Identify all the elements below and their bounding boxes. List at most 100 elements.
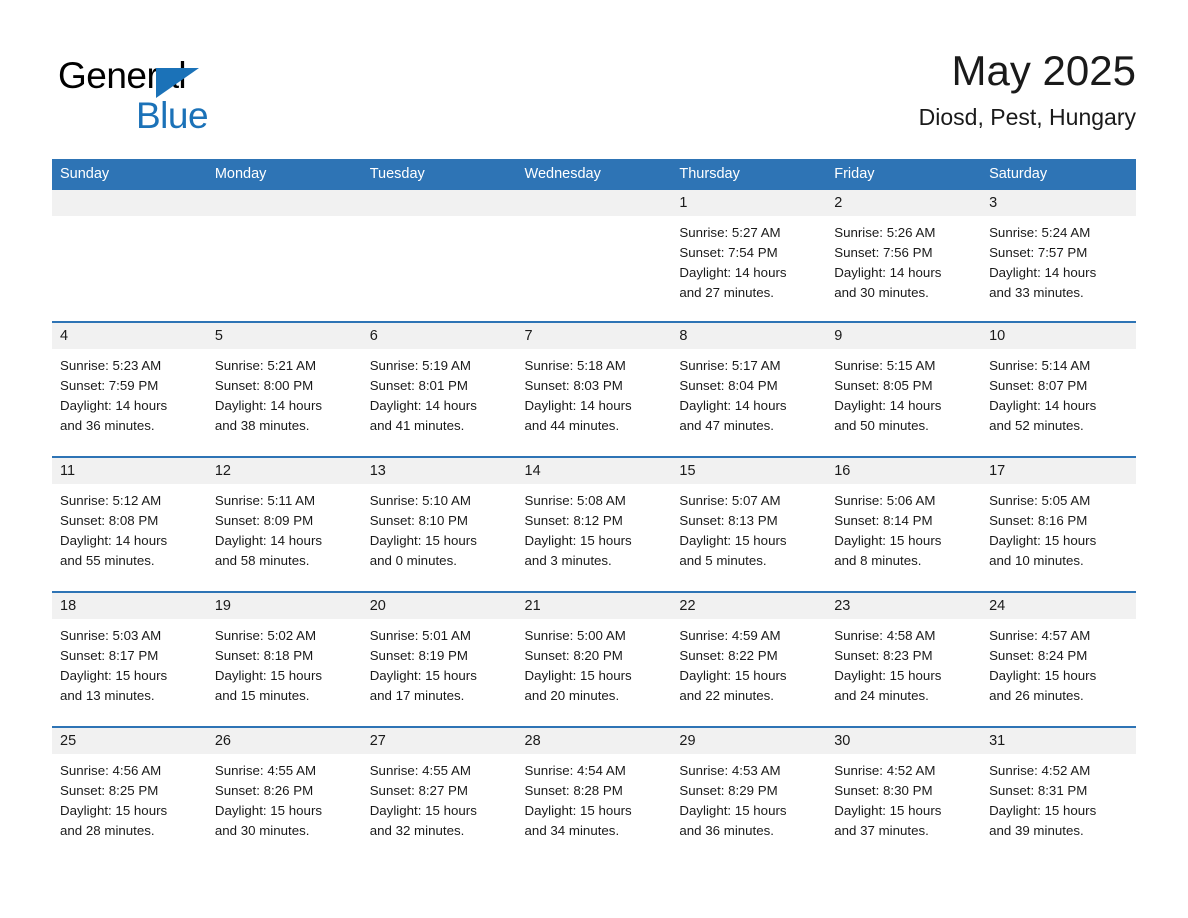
column-header-saturday: Saturday bbox=[981, 159, 1136, 190]
day-cell[interactable]: 24 Sunrise: 4:57 AM Sunset: 8:24 PM Dayligh… bbox=[981, 591, 1136, 727]
daylight-text-line1: Daylight: 15 hours bbox=[214, 668, 323, 683]
day-details: Sunrise: 5:27 AM Sunset: 7:54 PM Daylight:… bbox=[671, 216, 826, 303]
day-cell[interactable]: 27 Sunrise: 4:55 AM Sunset: 8:27 PM Dayligh… bbox=[361, 726, 517, 861]
day-details: Sunrise: 5:10 AM Sunset: 8:10 PM Daylight:… bbox=[362, 484, 517, 571]
daylight-text-line2: and 30 minutes. bbox=[214, 823, 310, 838]
day-cell[interactable]: 8 Sunrise: 5:17 AM Sunset: 8:04 PM Daylight… bbox=[671, 321, 827, 457]
day-cell[interactable]: 7 Sunrise: 5:18 AM Sunset: 8:03 PM Daylight… bbox=[516, 321, 672, 457]
day-details: Sunrise: 5:03 AM Sunset: 8:17 PM Daylight:… bbox=[52, 619, 207, 706]
day-number: 17 bbox=[981, 458, 1136, 484]
day-cell[interactable]: 5 Sunrise: 5:21 AM Sunset: 8:00 PM Daylight… bbox=[206, 321, 362, 457]
sunrise-text: Sunrise: 5:21 AM bbox=[214, 358, 317, 373]
day-cell[interactable]: 25 Sunrise: 4:56 AM Sunset: 8:25 PM Dayligh… bbox=[52, 726, 207, 861]
day-details bbox=[52, 216, 207, 223]
day-cell[interactable]: 31 Sunrise: 4:52 AM Sunset: 8:31 PM Dayligh… bbox=[981, 726, 1136, 861]
day-number: 12 bbox=[206, 458, 362, 484]
sunset-text: Sunset: 8:27 PM bbox=[369, 783, 468, 798]
daylight-text-line2: and 13 minutes. bbox=[60, 688, 155, 703]
sunset-text: Sunset: 8:12 PM bbox=[524, 513, 623, 528]
daylight-text-line2: and 30 minutes. bbox=[834, 285, 929, 300]
daylight-text-line2: and 3 minutes. bbox=[524, 553, 612, 568]
week-row: 1 Sunrise: 5:27 AM Sunset: 7:54 PM Daylight… bbox=[52, 190, 1136, 322]
sunset-text: Sunset: 8:09 PM bbox=[214, 513, 314, 528]
sunset-text: Sunset: 8:22 PM bbox=[679, 648, 778, 663]
daylight-text-line2: and 36 minutes. bbox=[60, 418, 155, 433]
day-details: Sunrise: 5:14 AM Sunset: 8:07 PM Daylight:… bbox=[981, 349, 1136, 436]
day-cell[interactable]: 9 Sunrise: 5:15 AM Sunset: 8:05 PM Daylight… bbox=[826, 321, 982, 457]
daylight-text-line1: Daylight: 15 hours bbox=[834, 803, 942, 818]
sunrise-text: Sunrise: 5:19 AM bbox=[369, 358, 471, 373]
page-title: May 2025 bbox=[951, 47, 1136, 94]
day-cell[interactable] bbox=[516, 190, 672, 322]
daylight-text-line1: Daylight: 15 hours bbox=[60, 668, 168, 683]
day-number: 14 bbox=[516, 458, 672, 484]
page-header: General Blue May 2025 Diosd, Pest, Hunga… bbox=[52, 44, 1136, 152]
daylight-text-line1: Daylight: 14 hours bbox=[60, 533, 168, 548]
day-cell[interactable] bbox=[361, 190, 517, 322]
day-cell[interactable]: 6 Sunrise: 5:19 AM Sunset: 8:01 PM Daylight… bbox=[361, 321, 517, 457]
day-cell[interactable]: 26 Sunrise: 4:55 AM Sunset: 8:26 PM Dayligh… bbox=[206, 726, 362, 861]
sunset-text: Sunset: 8:03 PM bbox=[524, 378, 623, 393]
sunrise-text: Sunrise: 5:02 AM bbox=[214, 628, 317, 643]
day-number: 21 bbox=[516, 593, 672, 619]
day-cell[interactable]: 29 Sunrise: 4:53 AM Sunset: 8:29 PM Dayligh… bbox=[671, 726, 827, 861]
day-cell[interactable]: 3 Sunrise: 5:24 AM Sunset: 7:57 PM Daylight… bbox=[981, 190, 1136, 322]
sunrise-text: Sunrise: 5:05 AM bbox=[989, 493, 1091, 508]
sunrise-text: Sunrise: 5:18 AM bbox=[524, 358, 626, 373]
day-cell[interactable]: 14 Sunrise: 5:08 AM Sunset: 8:12 PM Dayligh… bbox=[516, 456, 672, 592]
day-cell[interactable] bbox=[206, 190, 362, 322]
day-cell[interactable]: 18 Sunrise: 5:03 AM Sunset: 8:17 PM Dayligh… bbox=[52, 591, 207, 727]
sunset-text: Sunset: 8:05 PM bbox=[834, 378, 933, 393]
day-cell[interactable]: 30 Sunrise: 4:52 AM Sunset: 8:30 PM Dayligh… bbox=[826, 726, 982, 861]
day-cell[interactable]: 21 Sunrise: 5:00 AM Sunset: 8:20 PM Dayligh… bbox=[516, 591, 672, 727]
sunset-text: Sunset: 8:25 PM bbox=[60, 783, 159, 798]
daylight-text-line1: Daylight: 14 hours bbox=[214, 398, 323, 413]
sunset-text: Sunset: 8:31 PM bbox=[989, 783, 1088, 798]
day-details: Sunrise: 5:02 AM Sunset: 8:18 PM Daylight:… bbox=[207, 619, 362, 706]
daylight-text-line1: Daylight: 15 hours bbox=[679, 668, 787, 683]
sunrise-text: Sunrise: 5:24 AM bbox=[989, 225, 1091, 240]
day-cell[interactable]: 28 Sunrise: 4:54 AM Sunset: 8:28 PM Dayligh… bbox=[516, 726, 672, 861]
daylight-text-line2: and 37 minutes. bbox=[834, 823, 929, 838]
title-block: May 2025 Diosd, Pest, Hungary bbox=[919, 44, 1136, 134]
day-cell[interactable]: 13 Sunrise: 5:10 AM Sunset: 8:10 PM Dayligh… bbox=[361, 456, 517, 592]
sunset-text: Sunset: 8:13 PM bbox=[679, 513, 778, 528]
day-cell[interactable]: 19 Sunrise: 5:02 AM Sunset: 8:18 PM Dayligh… bbox=[206, 591, 362, 727]
day-number: 9 bbox=[826, 323, 982, 349]
sunrise-text: Sunrise: 5:03 AM bbox=[60, 628, 162, 643]
day-cell[interactable]: 4 Sunrise: 5:23 AM Sunset: 7:59 PM Daylight… bbox=[52, 321, 207, 457]
day-cell[interactable]: 17 Sunrise: 5:05 AM Sunset: 8:16 PM Dayligh… bbox=[981, 456, 1136, 592]
daylight-text-line2: and 28 minutes. bbox=[60, 823, 155, 838]
day-number: 10 bbox=[981, 323, 1136, 349]
day-cell[interactable]: 1 Sunrise: 5:27 AM Sunset: 7:54 PM Daylight… bbox=[671, 190, 827, 322]
day-cell[interactable] bbox=[52, 190, 207, 322]
day-cell[interactable]: 2 Sunrise: 5:26 AM Sunset: 7:56 PM Daylight… bbox=[826, 190, 982, 322]
day-cell[interactable]: 23 Sunrise: 4:58 AM Sunset: 8:23 PM Dayligh… bbox=[826, 591, 982, 727]
day-cell[interactable]: 15 Sunrise: 5:07 AM Sunset: 8:13 PM Dayligh… bbox=[671, 456, 827, 592]
column-header-tuesday: Tuesday bbox=[361, 159, 517, 190]
day-cell[interactable]: 11 Sunrise: 5:12 AM Sunset: 8:08 PM Dayligh… bbox=[52, 456, 207, 592]
day-details: Sunrise: 5:11 AM Sunset: 8:09 PM Daylight:… bbox=[207, 484, 362, 571]
week-row: 18 Sunrise: 5:03 AM Sunset: 8:17 PM Dayligh… bbox=[52, 591, 1136, 727]
daylight-text-line1: Daylight: 14 hours bbox=[834, 265, 942, 280]
daylight-text-line2: and 33 minutes. bbox=[989, 285, 1084, 300]
daylight-text-line2: and 22 minutes. bbox=[679, 688, 774, 703]
day-details: Sunrise: 4:53 AM Sunset: 8:29 PM Daylight:… bbox=[671, 754, 826, 841]
day-cell[interactable]: 10 Sunrise: 5:14 AM Sunset: 8:07 PM Dayligh… bbox=[981, 321, 1136, 457]
day-number: 4 bbox=[52, 323, 207, 349]
daylight-text-line1: Daylight: 15 hours bbox=[834, 533, 942, 548]
day-number: 23 bbox=[826, 593, 982, 619]
day-cell[interactable]: 22 Sunrise: 4:59 AM Sunset: 8:22 PM Dayligh… bbox=[671, 591, 827, 727]
day-cell[interactable]: 16 Sunrise: 5:06 AM Sunset: 8:14 PM Dayligh… bbox=[826, 456, 982, 592]
day-number: 8 bbox=[671, 323, 827, 349]
day-details: Sunrise: 5:15 AM Sunset: 8:05 PM Daylight:… bbox=[826, 349, 981, 436]
general-blue-logo[interactable]: General Blue bbox=[58, 54, 318, 138]
daylight-text-line1: Daylight: 14 hours bbox=[679, 265, 787, 280]
sunrise-text: Sunrise: 4:53 AM bbox=[679, 763, 781, 778]
day-details: Sunrise: 5:07 AM Sunset: 8:13 PM Daylight:… bbox=[671, 484, 826, 571]
day-cell[interactable]: 12 Sunrise: 5:11 AM Sunset: 8:09 PM Dayligh… bbox=[206, 456, 362, 592]
sunrise-text: Sunrise: 5:06 AM bbox=[834, 493, 936, 508]
day-cell[interactable]: 20 Sunrise: 5:01 AM Sunset: 8:19 PM Dayligh… bbox=[361, 591, 517, 727]
sunset-text: Sunset: 8:01 PM bbox=[369, 378, 468, 393]
day-number: 3 bbox=[981, 190, 1136, 216]
